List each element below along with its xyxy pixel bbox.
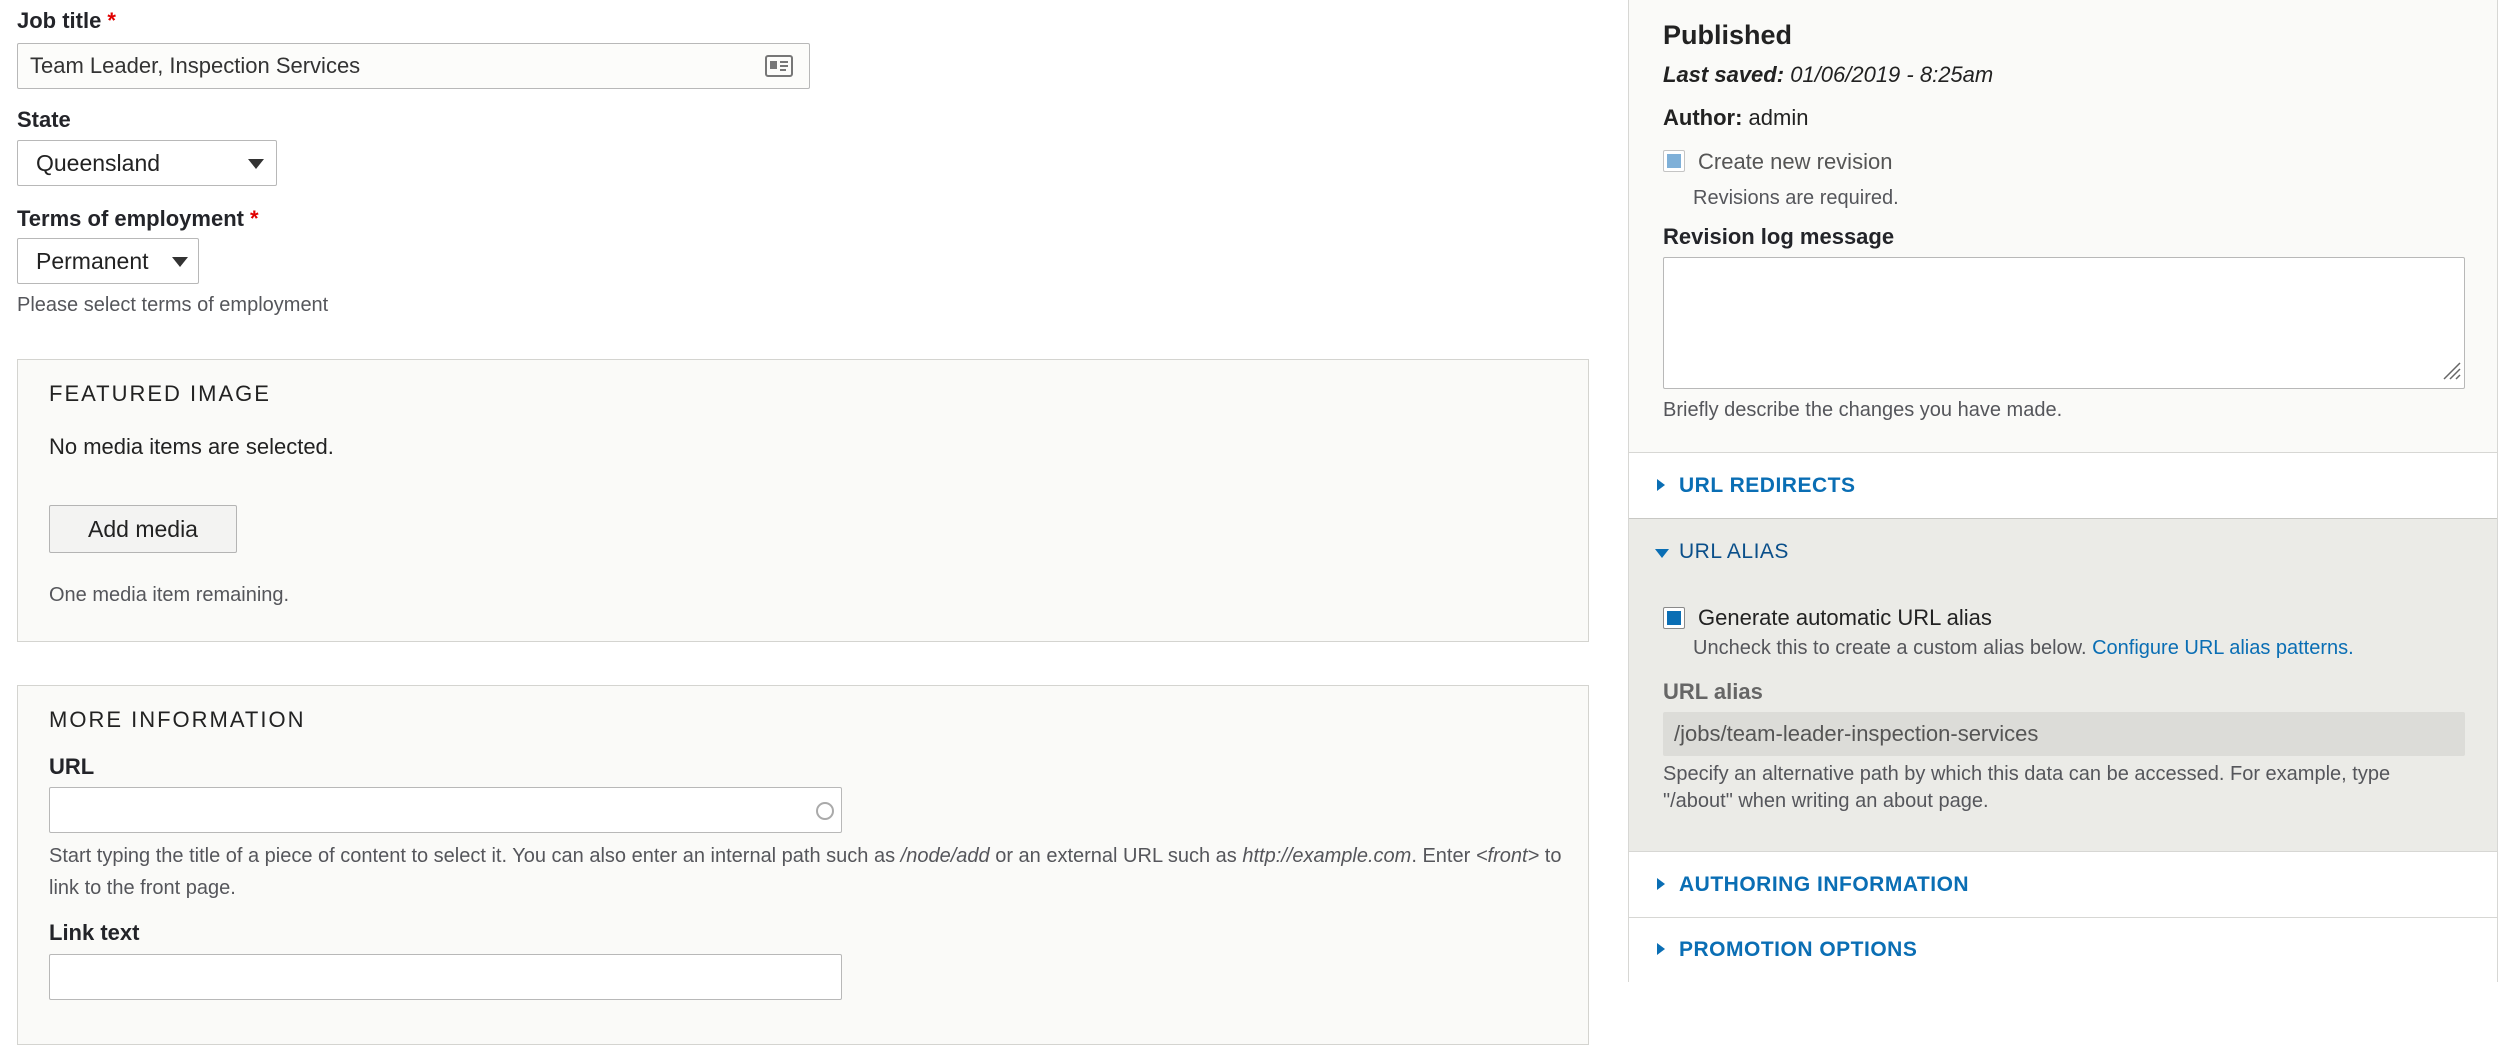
revision-log-description: Briefly describe the changes you have ma… <box>1663 399 2063 421</box>
url-desc-1: Start typing the title of a piece of con… <box>49 845 896 867</box>
last-saved: Last saved: 01/06/2019 - 8:25am <box>1663 62 1993 88</box>
job-title-label: Job title * <box>17 8 116 34</box>
last-saved-value: 01/06/2019 - 8:25am <box>1790 62 1994 87</box>
url-input[interactable] <box>49 787 842 833</box>
promotion-options-section[interactable]: PROMOTION OPTIONS <box>1629 917 2497 982</box>
generate-alias-label: Generate automatic URL alias <box>1698 605 1992 630</box>
no-media-text: No media items are selected. <box>49 434 334 459</box>
checkbox-fill <box>1667 611 1681 625</box>
link-text-input[interactable] <box>49 954 842 1000</box>
url-alias-section: URL ALIAS Generate automatic URL alias U… <box>1629 518 2497 851</box>
chevron-right-icon <box>1657 943 1665 955</box>
url-desc-2: or an external URL such as <box>995 845 1237 867</box>
media-remaining-text: One media item remaining. <box>49 584 290 606</box>
job-title-value: Team Leader, Inspection Services <box>30 53 361 78</box>
create-revision-label: Create new revision <box>1698 149 1893 174</box>
url-alias-input[interactable]: /jobs/team-leader-inspection-services <box>1663 712 2465 756</box>
url-desc-example: http://example.com <box>1242 845 1412 867</box>
configure-alias-patterns-link[interactable]: Configure URL alias patterns. <box>2092 637 2354 659</box>
promotion-options-title[interactable]: PROMOTION OPTIONS <box>1679 938 1917 962</box>
state-label: State <box>17 107 71 132</box>
chevron-right-icon <box>1657 479 1665 491</box>
sidebar: Published Last saved: 01/06/2019 - 8:25a… <box>1628 0 2498 982</box>
revisions-required-note: Revisions are required. <box>1693 187 1899 209</box>
url-alias-value: /jobs/team-leader-inspection-services <box>1674 721 2039 746</box>
checkbox-fill <box>1667 154 1681 168</box>
terms-description: Please select terms of employment <box>17 294 329 316</box>
uncheck-alias-description: Uncheck this to create a custom alias be… <box>1693 637 2354 660</box>
url-redirects-section[interactable]: URL REDIRECTS <box>1629 452 2497 518</box>
job-title-label-text: Job title <box>17 8 102 33</box>
url-alias-label: URL alias <box>1663 679 1763 704</box>
chevron-down-icon <box>172 257 188 267</box>
job-title-input[interactable]: Team Leader, Inspection Services <box>17 43 810 89</box>
uncheck-alias-text: Uncheck this to create a custom alias be… <box>1693 637 2087 659</box>
generate-alias-checkbox[interactable] <box>1663 607 1685 629</box>
url-alias-description: Specify an alternative path by which thi… <box>1663 761 2483 815</box>
autocomplete-throbber-icon <box>815 801 835 826</box>
state-select[interactable]: Queensland <box>17 140 277 186</box>
revision-log-textarea[interactable] <box>1663 257 2465 389</box>
required-marker: * <box>107 8 116 33</box>
more-information-fieldset: MORE INFORMATION URL Start typing the ti… <box>17 685 1589 1045</box>
url-alias-title[interactable]: URL ALIAS <box>1679 540 1789 564</box>
publish-status: Published <box>1663 20 1793 50</box>
featured-image-legend: FEATURED IMAGE <box>49 381 271 406</box>
url-redirects-title[interactable]: URL REDIRECTS <box>1679 474 1855 498</box>
last-saved-label: Last saved: <box>1663 62 1785 87</box>
featured-image-fieldset: FEATURED IMAGE No media items are select… <box>17 359 1589 642</box>
author-label: Author: <box>1663 105 1743 130</box>
create-revision-checkbox[interactable] <box>1663 150 1685 172</box>
revision-log-label: Revision log message <box>1663 224 1895 249</box>
resize-handle-icon[interactable] <box>2440 359 2462 386</box>
author-value: admin <box>1748 105 1809 130</box>
terms-label: Terms of employment * <box>17 206 259 232</box>
url-alias-desc-2: "/about" when writing an about page. <box>1663 790 1989 812</box>
url-desc-3: . Enter <box>1411 845 1471 867</box>
terms-select[interactable]: Permanent <box>17 238 199 284</box>
url-desc-front: <front> <box>1475 845 1540 867</box>
chevron-down-icon <box>1655 549 1669 558</box>
authoring-information-section[interactable]: AUTHORING INFORMATION <box>1629 851 2497 917</box>
chevron-right-icon <box>1657 878 1665 890</box>
url-alias-desc-1: Specify an alternative path by which thi… <box>1663 763 2391 785</box>
add-media-button[interactable]: Add media <box>49 505 237 553</box>
terms-selected: Permanent <box>36 248 149 274</box>
url-desc-path: /node/add <box>900 845 990 867</box>
authoring-information-title[interactable]: AUTHORING INFORMATION <box>1679 873 1969 897</box>
state-selected: Queensland <box>36 150 161 176</box>
terms-label-text: Terms of employment <box>17 206 244 231</box>
author: Author: admin <box>1663 105 1808 131</box>
more-information-legend: MORE INFORMATION <box>49 707 306 732</box>
contact-card-icon <box>765 54 793 83</box>
chevron-down-icon <box>248 159 264 169</box>
url-label: URL <box>49 754 95 779</box>
link-text-label: Link text <box>49 920 140 945</box>
url-description: Start typing the title of a piece of con… <box>49 840 1579 904</box>
required-marker: * <box>249 206 259 231</box>
